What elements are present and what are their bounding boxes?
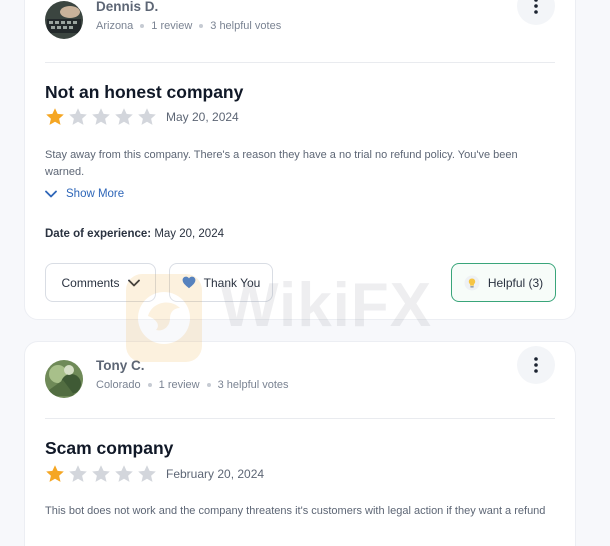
divider: [45, 418, 555, 419]
separator-dot: [199, 24, 204, 29]
reviewer-helpful-votes: 3 helpful votes: [210, 20, 282, 32]
star-empty-icon: [69, 465, 87, 482]
review-date: May 20, 2024: [166, 110, 239, 124]
rating-row: February 20, 2024: [45, 464, 264, 484]
lightbulb-icon: [464, 275, 480, 290]
avatar[interactable]: [45, 360, 83, 398]
more-options-button[interactable]: [517, 346, 555, 384]
separator-dot: [140, 24, 145, 29]
experience-date: May 20, 2024: [154, 228, 224, 240]
vertical-dots-icon: [534, 0, 538, 14]
reviewer-review-count: 1 review: [158, 379, 200, 391]
chevron-down-icon: [127, 279, 140, 286]
date-of-experience: Date of experience: May 20, 2024: [45, 228, 224, 240]
reviewer-helpful-votes: 3 helpful votes: [217, 379, 289, 391]
star-rating: [45, 464, 157, 484]
experience-label: Date of experience:: [45, 228, 152, 240]
star-empty-icon: [115, 108, 133, 125]
show-more-link[interactable]: Show More: [45, 188, 124, 200]
star-empty-icon: [69, 108, 87, 125]
thank-you-label: Thank You: [203, 275, 261, 290]
review-header: Tony C. Colorado 1 review 3 helpful votes: [45, 346, 555, 438]
thank-you-button[interactable]: Thank You: [169, 263, 273, 302]
chevron-down-icon: [45, 190, 57, 198]
reviewer-meta: Arizona 1 review 3 helpful votes: [96, 20, 281, 32]
separator-dot: [147, 383, 152, 388]
comments-label: Comments: [61, 275, 120, 290]
show-more-label: Show More: [66, 188, 125, 200]
review-header: Dennis D. Arizona 1 review 3 helpful votes: [45, 0, 555, 79]
review-date: February 20, 2024: [166, 467, 265, 481]
star-empty-icon: [92, 465, 110, 482]
review-body: This bot does not work and the company t…: [45, 505, 546, 517]
reviewer-name[interactable]: Tony C.: [96, 358, 145, 373]
helpful-button[interactable]: Helpful (3): [451, 263, 556, 302]
reviewer-review-count: 1 review: [151, 20, 193, 32]
heart-icon: [182, 276, 196, 289]
review-card: Tony C. Colorado 1 review 3 helpful votes …: [24, 341, 576, 546]
star-rating: [45, 107, 157, 127]
reviewer-location: Arizona: [96, 20, 134, 32]
star-filled-icon: [46, 465, 64, 482]
star-empty-icon: [138, 108, 156, 125]
review-title: Not an honest company: [45, 82, 244, 102]
reviewer-location: Colorado: [96, 379, 141, 391]
comments-button[interactable]: Comments: [45, 263, 156, 302]
helpful-label: Helpful (3): [487, 275, 544, 290]
separator-dot: [206, 383, 211, 388]
avatar[interactable]: [45, 1, 83, 39]
review-card: Dennis D. Arizona 1 review 3 helpful votes…: [24, 0, 576, 320]
reviews-page: Dennis D. Arizona 1 review 3 helpful votes…: [0, 0, 610, 546]
reviewer-meta: Colorado 1 review 3 helpful votes: [96, 379, 289, 391]
reviewer-name[interactable]: Dennis D.: [96, 0, 158, 14]
divider: [45, 62, 555, 63]
star-filled-icon: [46, 108, 64, 125]
rating-row: May 20, 2024: [45, 107, 239, 127]
star-empty-icon: [138, 465, 156, 482]
more-options-button[interactable]: [517, 0, 555, 25]
star-empty-icon: [115, 465, 133, 482]
review-title: Scam company: [45, 438, 174, 458]
vertical-dots-icon: [534, 357, 538, 373]
star-empty-icon: [92, 108, 110, 125]
review-body: Stay away from this company. There's a r…: [45, 149, 518, 178]
